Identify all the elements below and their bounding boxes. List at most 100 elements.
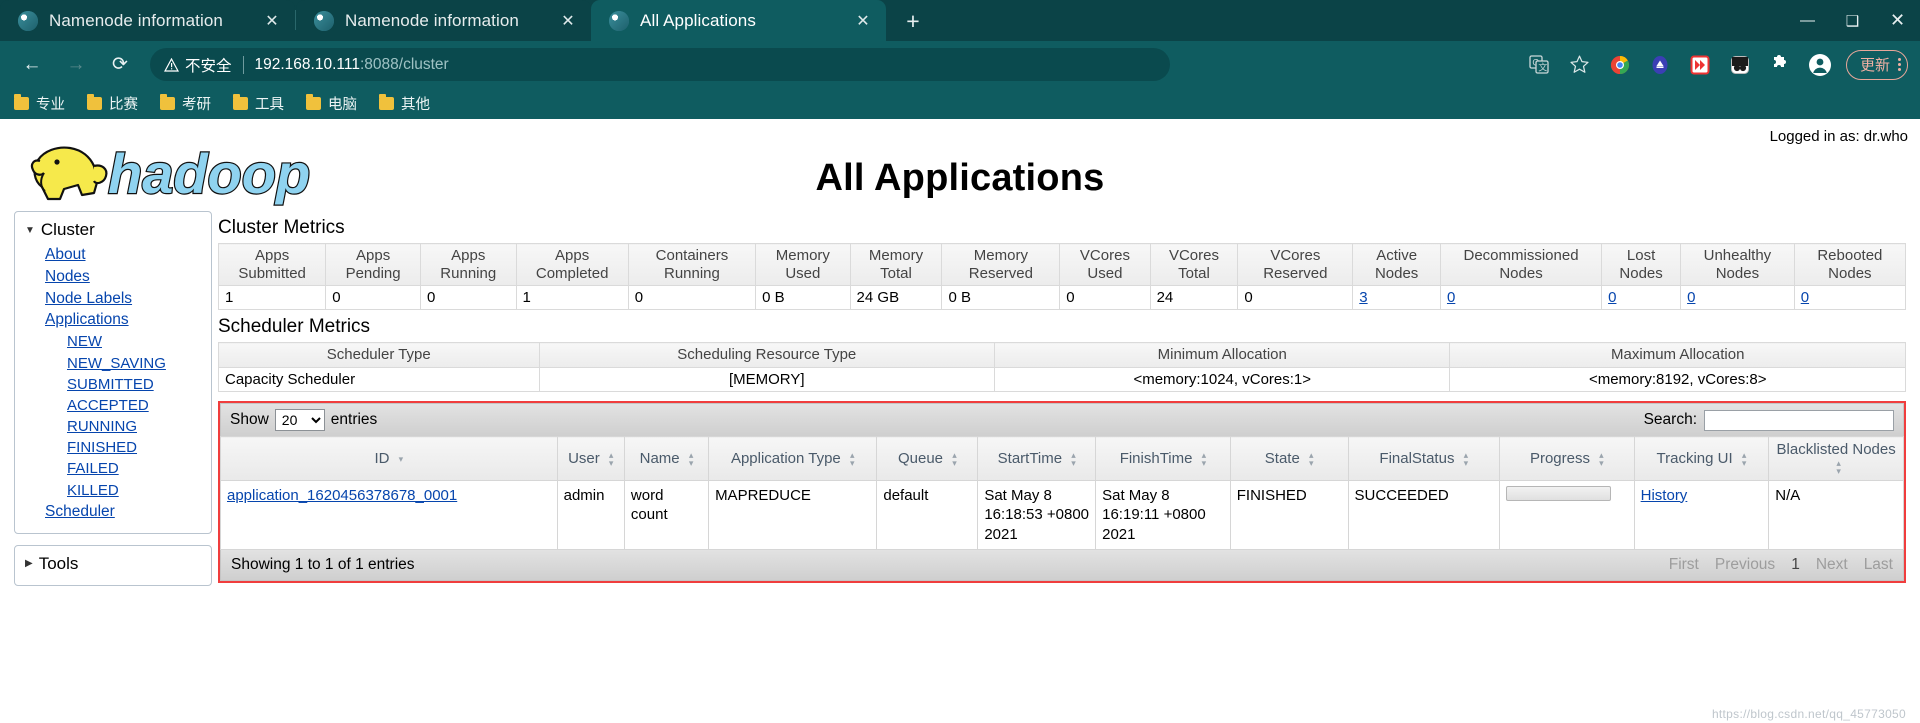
sidebar-item-new[interactable]: NEW [15,331,211,352]
bookmark-item-0[interactable]: 专业 [14,93,65,114]
close-icon[interactable]: ✕ [852,10,874,32]
val-unhealthy-nodes[interactable]: 0 [1680,285,1795,311]
val-rebooted-nodes[interactable]: 0 [1793,285,1907,311]
sort-icon: ▴ ▾ [1836,458,1841,477]
val-active-nodes[interactable]: 3 [1352,285,1441,311]
close-icon[interactable]: ✕ [557,10,579,32]
col-name[interactable]: Name ▴ ▾ [623,436,710,481]
unhealthy-nodes-link[interactable]: 0 [1687,289,1695,306]
col-user[interactable]: User ▴ ▾ [556,436,625,481]
sidebar-item-scheduler[interactable]: Scheduler [15,501,211,523]
sidebar-item-nodes[interactable]: Nodes [15,266,211,288]
col-apps-completed: Apps Completed [515,242,629,287]
translate-icon[interactable]: G 文 [1524,49,1556,81]
bookmark-item-1[interactable]: 比赛 [87,93,138,114]
bookmark-label: 专业 [36,97,65,113]
drive-extension-icon[interactable] [1644,49,1676,81]
sidebar-item-failed[interactable]: FAILED [15,458,211,479]
col-finishtime[interactable]: FinishTime ▴ ▾ [1095,436,1231,481]
page-body: ▼ Cluster About Nodes Node Labels Applic… [0,211,1920,597]
minimize-icon[interactable]: — [1785,0,1830,41]
col-starttime[interactable]: StartTime ▴ ▾ [977,436,1097,481]
duckduckgo-icon[interactable] [1724,49,1756,81]
col-finalstatus[interactable]: FinalStatus ▴ ▾ [1347,436,1501,481]
close-window-icon[interactable]: ✕ [1875,0,1920,41]
reload-icon[interactable]: ⟳ [103,48,137,82]
col-lost-nodes: Lost Nodes [1601,242,1682,287]
profile-avatar-icon[interactable] [1804,49,1836,81]
bookmark-item-2[interactable]: 考研 [160,93,211,114]
col-application-type[interactable]: Application Type ▴ ▾ [708,436,878,481]
col-blacklisted-nodes[interactable]: Blacklisted Nodes ▴ ▾ [1768,436,1904,481]
tab-all-applications[interactable]: All Applications ✕ [591,0,886,41]
sidebar-header-label: Cluster [40,220,95,239]
applications-table: ID ▾ User ▴ ▾ Name ▴ ▾ Application Type … [220,436,1904,551]
pager-last[interactable]: Last [1864,556,1893,574]
val-decommissioned-nodes[interactable]: 0 [1439,285,1603,311]
sidebar-item-running[interactable]: RUNNING [15,416,211,437]
application-id-link[interactable]: application_1620456378678_0001 [227,487,457,504]
col-label: FinalStatus [1379,449,1455,467]
sidebar-item-killed[interactable]: KILLED [15,480,211,501]
video-downloader-icon[interactable] [1684,49,1716,81]
val-memory-total: 24 GB [849,285,943,311]
sidebar-item-submitted[interactable]: SUBMITTED [15,374,211,395]
cell-tracking-ui[interactable]: History [1633,479,1770,551]
tab-namenode-information-1[interactable]: Namenode information ✕ [0,0,295,41]
col-tracking-ui[interactable]: Tracking UI ▴ ▾ [1633,436,1770,481]
pager-previous[interactable]: Previous [1715,556,1775,574]
col-scheduler-type: Scheduler Type [218,342,540,369]
active-nodes-link[interactable]: 3 [1359,289,1367,306]
sidebar-header-tools[interactable]: ▶ Tools [15,552,211,578]
col-progress[interactable]: Progress ▴ ▾ [1499,436,1635,481]
table-row: application_1620456378678_0001 admin wor… [220,479,1904,551]
pager-page-1[interactable]: 1 [1791,556,1800,574]
col-label: Application Type [730,449,841,467]
col-vcores-total: VCores Total [1149,242,1239,287]
decommissioned-nodes-link[interactable]: 0 [1447,289,1455,306]
page-size-select[interactable]: 20 50 100 [274,409,325,432]
lost-nodes-link[interactable]: 0 [1608,289,1616,306]
bookmark-item-3[interactable]: 工具 [233,93,284,114]
warning-triangle-icon [164,57,179,72]
puzzle-extensions-icon[interactable] [1764,49,1796,81]
address-bar[interactable]: 不安全 192.168.10.111 :8088/cluster [150,48,1170,81]
close-icon[interactable]: ✕ [261,10,283,32]
col-label: Queue [897,449,944,467]
tab-namenode-information-2[interactable]: Namenode information ✕ [296,0,591,41]
new-tab-button[interactable]: + [896,4,930,38]
pager-first[interactable]: First [1669,556,1699,574]
cell-state: FINISHED [1229,479,1349,551]
bookmark-item-5[interactable]: 其他 [379,93,430,114]
bookmark-item-4[interactable]: 电脑 [306,93,357,114]
sidebar-item-node-labels[interactable]: Node Labels [15,288,211,310]
col-label: Progress [1529,449,1590,467]
sidebar-item-about[interactable]: About [15,244,211,266]
entries-label: entries [330,411,378,429]
sort-icon: ▴ ▾ [1599,449,1604,468]
col-id[interactable]: ID ▾ [220,436,558,481]
sidebar-item-accepted[interactable]: ACCEPTED [15,395,211,416]
tracking-ui-link[interactable]: History [1641,487,1688,504]
sidebar-item-finished[interactable]: FINISHED [15,437,211,458]
cell-id[interactable]: application_1620456378678_0001 [220,479,558,551]
browser-toolbar: ← → ⟳ 不安全 192.168.10.111 :8088/cluster G [0,41,1920,88]
col-state[interactable]: State ▴ ▾ [1229,436,1349,481]
search-input[interactable] [1704,409,1894,431]
sidebar-item-new-saving[interactable]: NEW_SAVING [15,353,211,374]
rebooted-nodes-link[interactable]: 0 [1801,289,1809,306]
sidebar-item-applications[interactable]: Applications [15,309,211,331]
col-queue[interactable]: Queue ▴ ▾ [876,436,979,481]
back-icon[interactable]: ← [15,48,49,82]
forward-icon[interactable]: → [59,48,93,82]
val-lost-nodes[interactable]: 0 [1601,285,1682,311]
update-button[interactable]: 更新 [1845,49,1908,80]
kebab-menu-icon[interactable] [1898,58,1901,71]
cell-application-type: MAPREDUCE [708,479,878,551]
pager-next[interactable]: Next [1816,556,1848,574]
sidebar-header-cluster[interactable]: ▼ Cluster [15,218,211,244]
bookmark-star-icon[interactable] [1564,49,1596,81]
not-secure-indicator[interactable]: 不安全 [164,54,232,76]
maximize-icon[interactable]: ❑ [1830,0,1875,41]
chrome-extension-icon[interactable] [1604,49,1636,81]
